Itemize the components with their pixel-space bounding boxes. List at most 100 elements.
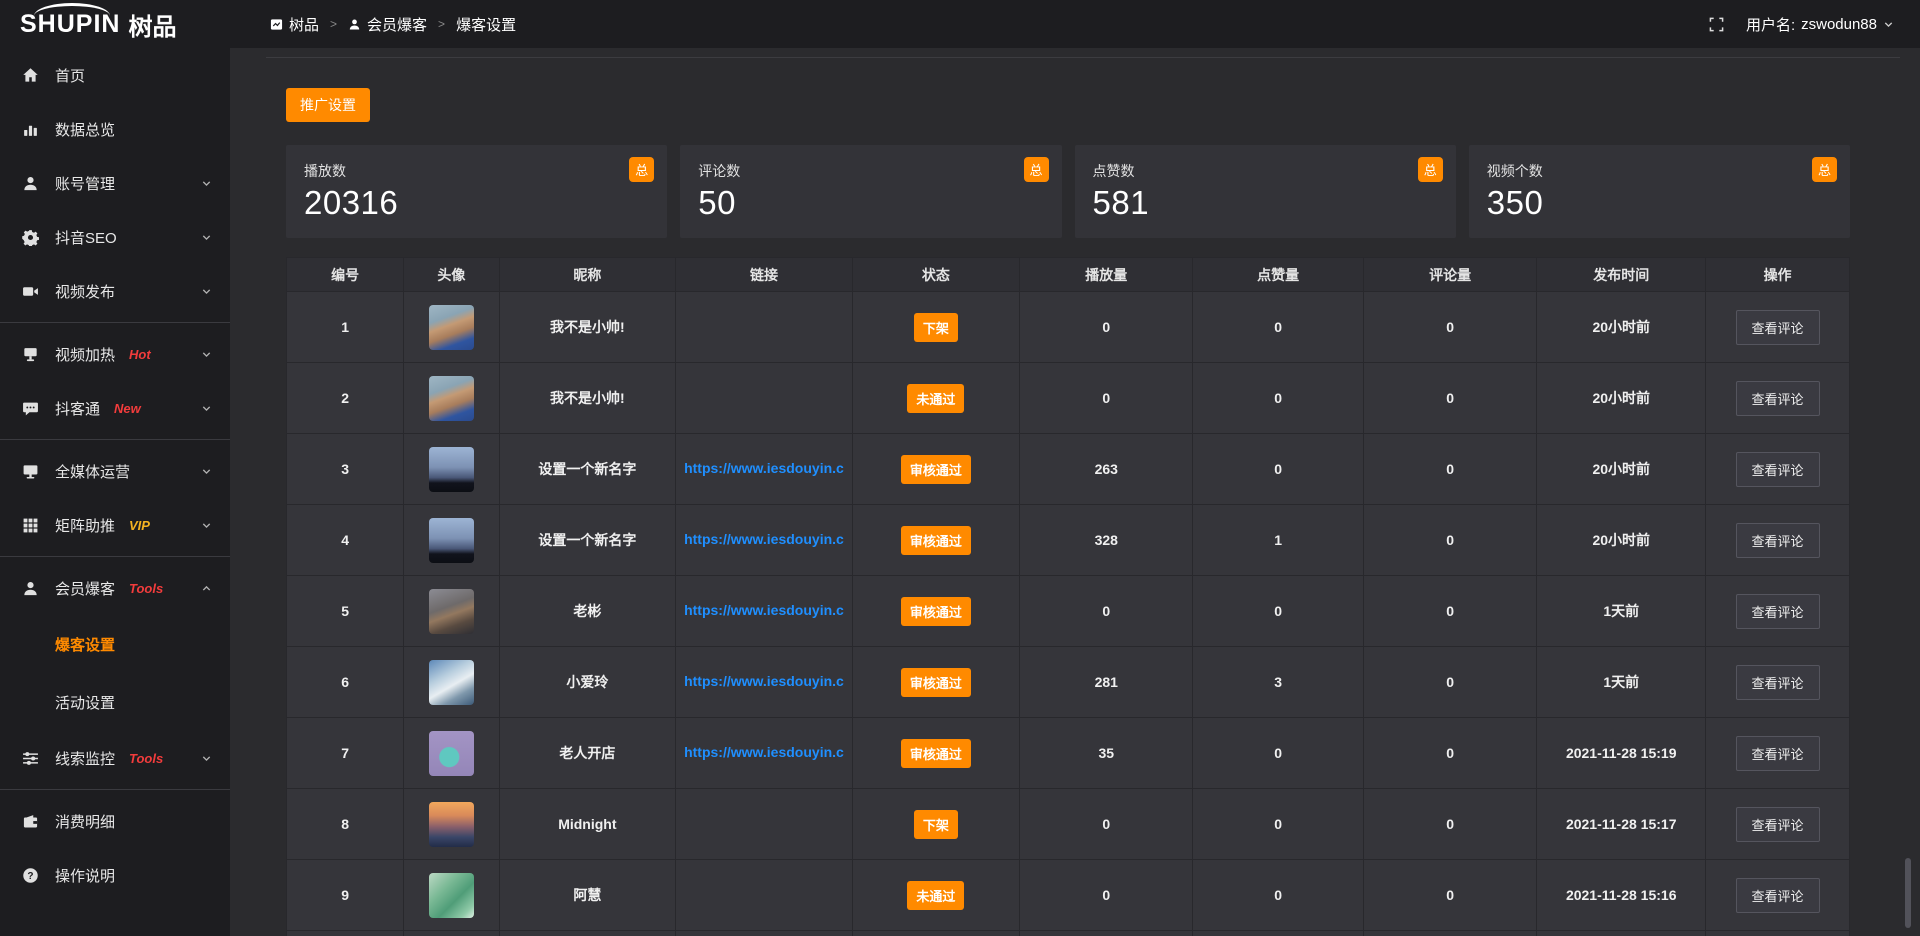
nickname: Midnight: [499, 789, 676, 860]
sidebar-divider: [0, 439, 230, 440]
sidebar-item-label: 线索监控: [55, 748, 115, 769]
view-comments-button[interactable]: 查看评论: [1736, 878, 1820, 913]
sidebar-item-data-overview[interactable]: 数据总览: [0, 102, 230, 156]
sidebar-item-label: 抖音SEO: [55, 227, 117, 248]
stat-label: 点赞数: [1093, 161, 1442, 181]
publish-time: 2021-11-28 15:16: [1537, 860, 1706, 931]
breadcrumb-separator: >: [330, 17, 337, 31]
sidebar-item-tag: VIP: [129, 518, 150, 533]
fullscreen-icon[interactable]: [1709, 17, 1724, 32]
sidebar-item-home[interactable]: 首页: [0, 48, 230, 102]
chevron-down-icon[interactable]: [1883, 19, 1894, 30]
play-count: 263: [1020, 434, 1193, 505]
sidebar-item-all-media-operation[interactable]: 全媒体运营: [0, 444, 230, 498]
promo-settings-button[interactable]: 推广设置: [286, 88, 370, 122]
user-icon: [22, 580, 42, 597]
sliders-icon: [22, 750, 42, 767]
stat-card: 点赞数581总: [1075, 145, 1456, 238]
profile-link[interactable]: https://www.iesdouyin.c: [684, 744, 844, 760]
data-table: 编号头像昵称链接状态播放量点赞量评论量发布时间操作 1我不是小帅!下架00020…: [286, 257, 1850, 936]
profile-link[interactable]: https://www.iesdouyin.c: [684, 460, 844, 476]
sidebar-item-video-publish[interactable]: 视频发布: [0, 264, 230, 318]
table-row: 5老彬https://www.iesdouyin.c审核通过0001天前查看评论: [287, 576, 1850, 647]
sidebar-item-consumption-detail[interactable]: 消费明细: [0, 794, 230, 848]
status-badge: 审核通过: [901, 526, 971, 555]
chevron-down-icon: [201, 286, 212, 297]
play-count: 0: [1020, 789, 1193, 860]
view-comments-button[interactable]: 查看评论: [1736, 381, 1820, 416]
view-comments-button[interactable]: 查看评论: [1736, 523, 1820, 558]
column-header: 头像: [404, 258, 499, 292]
breadcrumb-separator: >: [438, 17, 445, 31]
profile-link[interactable]: https://www.iesdouyin.c: [684, 673, 844, 689]
row-id: 7: [287, 718, 404, 789]
table-row: 3设置一个新名字https://www.iesdouyin.c审核通过26300…: [287, 434, 1850, 505]
view-comments-button[interactable]: 查看评论: [1736, 736, 1820, 771]
avatar: [429, 589, 474, 634]
sidebar-item-doukatong[interactable]: 抖客通New: [0, 381, 230, 435]
heat-icon: [22, 346, 42, 363]
sidebar-item-video-heat[interactable]: 视频加热Hot: [0, 327, 230, 381]
chevron-down-icon: [201, 466, 212, 477]
table-row: 2我不是小帅!未通过00020小时前查看评论: [287, 363, 1850, 434]
sidebar-divider: [0, 789, 230, 790]
row-id: 3: [287, 434, 404, 505]
chevron-down-icon: [201, 403, 212, 414]
breadcrumb-home[interactable]: 树品: [289, 14, 319, 35]
nickname: 设置一个新名字: [499, 434, 676, 505]
sidebar-item-douyin-seo[interactable]: 抖音SEO: [0, 210, 230, 264]
comment-count: 0: [1363, 860, 1536, 931]
row-id: 4: [287, 505, 404, 576]
sidebar-item-account-management[interactable]: 账号管理: [0, 156, 230, 210]
play-count: 328: [1020, 505, 1193, 576]
publish-time: 1天前: [1537, 576, 1706, 647]
scrollbar-thumb[interactable]: [1905, 858, 1911, 928]
play-count: 0: [1020, 363, 1193, 434]
row-id: [287, 931, 404, 936]
play-count: 0: [1020, 860, 1193, 931]
sidebar-item-clue-monitor[interactable]: 线索监控Tools: [0, 731, 230, 785]
view-comments-button[interactable]: 查看评论: [1736, 310, 1820, 345]
publish-time: 2021-11-28 15:17: [1537, 789, 1706, 860]
avatar: [429, 518, 474, 563]
status-badge: 下架: [914, 313, 958, 342]
view-comments-button[interactable]: 查看评论: [1736, 452, 1820, 487]
view-comments-button[interactable]: 查看评论: [1736, 594, 1820, 629]
grid-icon: [22, 517, 42, 534]
row-id: 9: [287, 860, 404, 931]
like-count: 0: [1193, 576, 1363, 647]
chat-icon: [22, 400, 42, 417]
table-row: 7老人开店https://www.iesdouyin.c审核通过35002021…: [287, 718, 1850, 789]
like-count: 0: [1193, 860, 1363, 931]
sidebar-item-operation-guide[interactable]: ?操作说明: [0, 848, 230, 902]
username[interactable]: zswodun88: [1801, 16, 1877, 33]
column-header: 链接: [676, 258, 853, 292]
view-comments-button[interactable]: 查看评论: [1736, 807, 1820, 842]
sidebar-item-matrix-boost[interactable]: 矩阵助推VIP: [0, 498, 230, 552]
row-id: 5: [287, 576, 404, 647]
logo: SHUPIN 树品: [0, 0, 230, 48]
help-icon: ?: [22, 867, 42, 884]
profile-link[interactable]: https://www.iesdouyin.c: [684, 531, 844, 547]
table-header-row: 编号头像昵称链接状态播放量点赞量评论量发布时间操作: [287, 258, 1850, 292]
breadcrumb-member-baoke[interactable]: 会员爆客: [367, 14, 427, 35]
comment-count: 0: [1363, 647, 1536, 718]
sidebar-subitem-activity-settings[interactable]: 活动设置: [0, 673, 230, 731]
user-icon: [348, 18, 361, 31]
comment-count: 0: [1363, 505, 1536, 576]
sidebar-subitem-baoke-settings[interactable]: 爆客设置: [0, 615, 230, 673]
row-id: 2: [287, 363, 404, 434]
sidebar-item-member-baoke[interactable]: 会员爆客Tools: [0, 561, 230, 615]
publish-time: 20小时前: [1537, 505, 1706, 576]
user-icon: [22, 175, 42, 192]
status-badge: 下架: [914, 810, 958, 839]
avatar: [429, 305, 474, 350]
chevron-down-icon: [201, 232, 212, 243]
comment-count: 0: [1363, 434, 1536, 505]
brand-name-cn: 树品: [128, 7, 176, 42]
view-comments-button[interactable]: 查看评论: [1736, 665, 1820, 700]
status-badge: 审核通过: [901, 739, 971, 768]
publish-time: 20小时前: [1537, 292, 1706, 363]
play-count: 0: [1020, 576, 1193, 647]
profile-link[interactable]: https://www.iesdouyin.c: [684, 602, 844, 618]
